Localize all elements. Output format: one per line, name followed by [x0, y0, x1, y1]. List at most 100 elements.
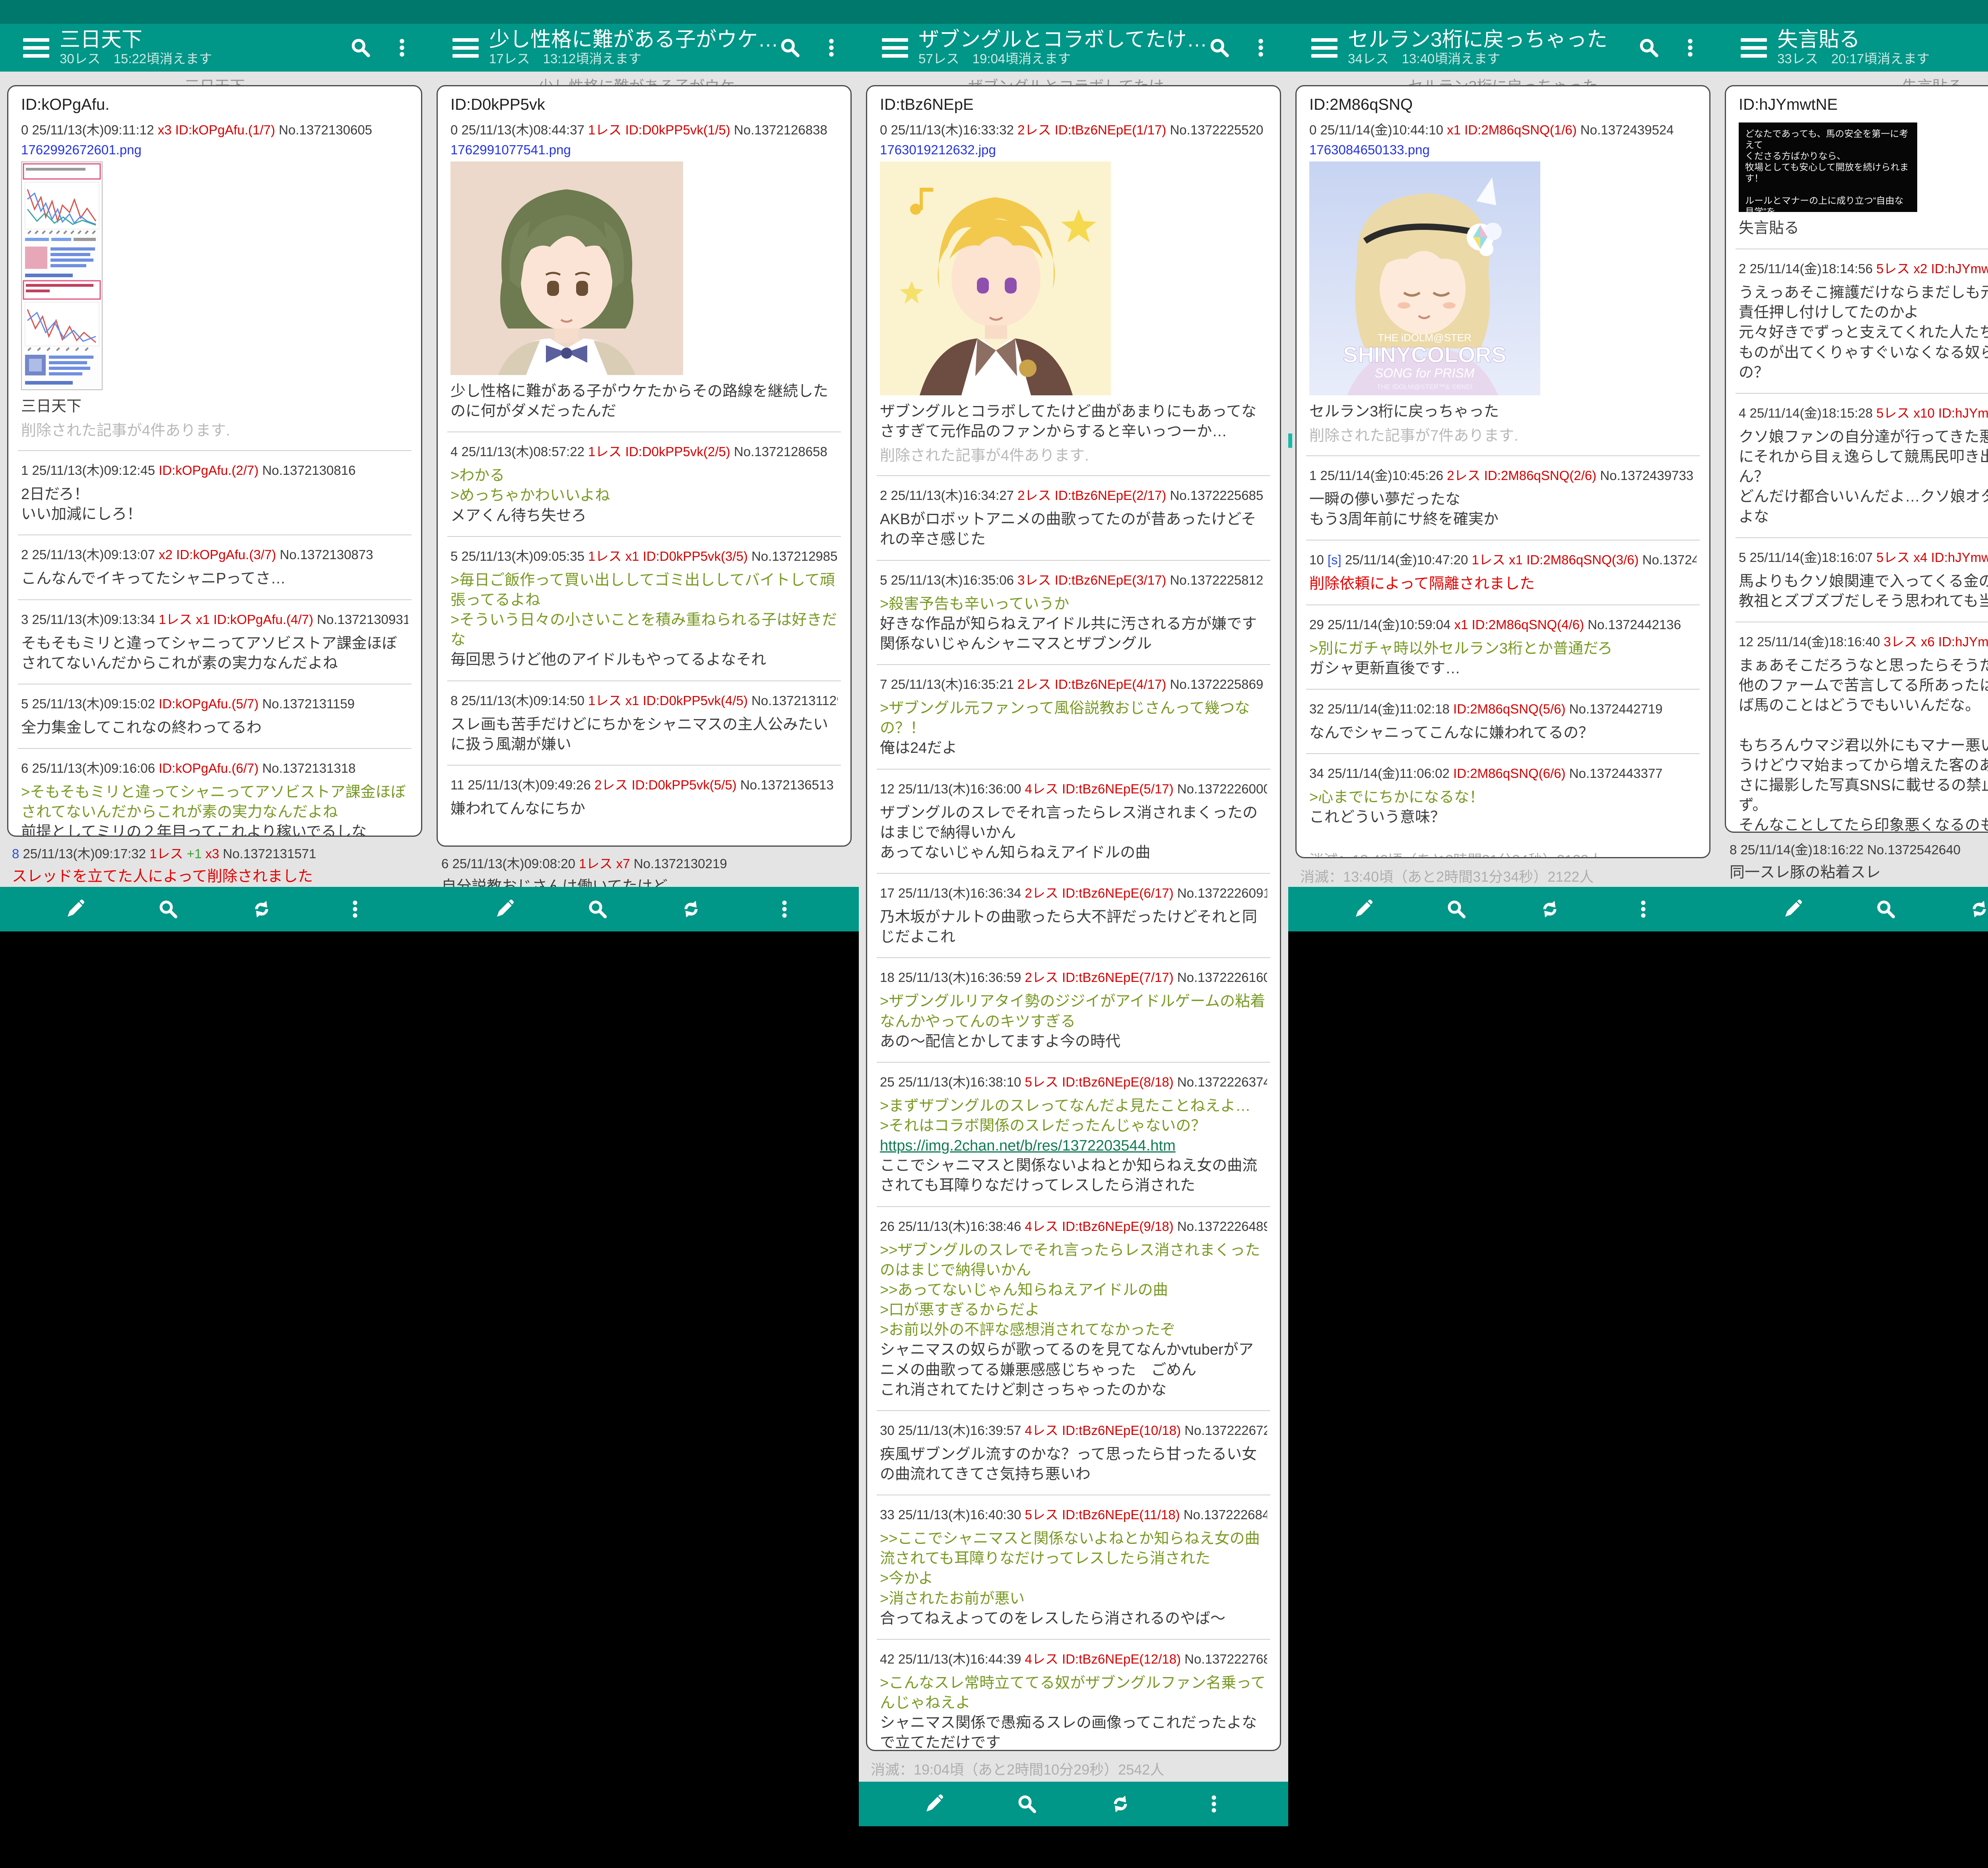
post[interactable]: 2 25/11/13(木)16:34:27 2レス ID:tBz6NEpE(2/…: [877, 475, 1270, 560]
search-icon[interactable]: [349, 36, 372, 59]
thread-content[interactable]: 三日天下ID:kOPgAfu.0 25/11/13(木)09:11:12 x3 …: [0, 72, 429, 887]
search-icon[interactable]: [1637, 36, 1660, 59]
overflow-icon[interactable]: [1679, 36, 1702, 59]
refresh-icon[interactable]: [250, 898, 273, 920]
post[interactable]: 7 25/11/13(木)16:35:21 2レス ID:tBz6NEpE(4/…: [877, 664, 1270, 768]
post[interactable]: 4 25/11/13(木)08:57:22 1レス ID:D0kPP5vk(2/…: [447, 432, 841, 536]
post[interactable]: 29 25/11/14(金)10:59:04 x1 ID:2M86qSNQ(4/…: [1306, 605, 1700, 689]
post[interactable]: 5 25/11/13(木)16:35:06 3レス ID:tBz6NEpE(3/…: [877, 560, 1270, 664]
thread-content[interactable]: セルラン3桁に戻っちゃったID:2M86qSNQ0 25/11/14(金)10:…: [1288, 72, 1718, 887]
post[interactable]: 2 25/11/13(木)09:13:07 x2 ID:kOPgAfu.(3/7…: [18, 535, 412, 599]
post-meta: 1 25/11/13(木)09:12:45 ID:kOPgAfu.(2/7) N…: [21, 460, 408, 479]
post[interactable]: 0 25/11/13(木)09:11:12 x3 ID:kOPgAfu.(1/7…: [18, 115, 412, 450]
post[interactable]: 6 25/11/13(木)09:16:06 ID:kOPgAfu.(6/7) N…: [18, 748, 412, 837]
status-bar: [859, 0, 1288, 24]
post[interactable]: どなたであっても、馬の安全を第一に考えてくださる方ばかりなら、牧場としても安心し…: [1736, 115, 1988, 249]
refresh-icon[interactable]: [680, 898, 702, 920]
pencil-icon[interactable]: [922, 1793, 945, 1815]
post[interactable]: 0 25/11/13(木)16:33:32 2レス ID:tBz6NEpE(1/…: [877, 115, 1270, 475]
post[interactable]: 42 25/11/13(木)16:44:39 4レス ID:tBz6NEpE(1…: [877, 1639, 1270, 1751]
overflow-icon[interactable]: [390, 36, 414, 59]
post[interactable]: 30 25/11/13(木)16:39:57 4レス ID:tBz6NEpE(1…: [877, 1410, 1270, 1495]
post[interactable]: 25 25/11/13(木)16:38:10 5レス ID:tBz6NEpE(8…: [877, 1062, 1270, 1206]
post-body: >殺害予告も辛いっていうか好きな作品が知らねえアイドル共に汚される方が嫌です関係…: [880, 594, 1267, 654]
status-bar: [0, 0, 429, 24]
search-icon[interactable]: [586, 898, 609, 920]
post-image[interactable]: どなたであっても、馬の安全を第一に考えてくださる方ばかりなら、牧場としても安心し…: [1739, 122, 1988, 212]
search-icon[interactable]: [779, 36, 802, 59]
search-icon[interactable]: [1016, 1793, 1038, 1815]
pencil-icon[interactable]: [1352, 898, 1374, 920]
post[interactable]: 11 25/11/13(木)09:49:26 2レス ID:D0kPP5vk(5…: [447, 765, 841, 829]
overflow-icon[interactable]: [1203, 1793, 1225, 1815]
hamburger-icon[interactable]: [1718, 34, 1777, 62]
thread-title: 失言貼る: [1777, 29, 1988, 51]
post-image[interactable]: THE iDOLM@STER SHINYCOLORS SONG for PRIS…: [1309, 161, 1697, 395]
file-link[interactable]: 1762991077541.png: [450, 142, 838, 157]
post-meta: 5 25/11/13(木)09:05:35 1レス x1 ID:D0kPP5vk…: [450, 546, 838, 565]
search-icon[interactable]: [1445, 898, 1468, 920]
post[interactable]: 18 25/11/13(木)16:36:59 2レス ID:tBz6NEpE(7…: [877, 957, 1270, 1061]
file-link[interactable]: 1763019212632.jpg: [880, 142, 1267, 157]
thread-subtitle: 33レス 20:17頃消えます: [1777, 51, 1988, 67]
pencil-icon[interactable]: [64, 898, 86, 920]
search-icon[interactable]: [1875, 898, 1897, 920]
post[interactable]: 34 25/11/14(金)11:06:02 ID:2M86qSNQ(6/6) …: [1306, 753, 1700, 838]
thread-content[interactable]: 少し性格に難がある子がウケ…ID:D0kPP5vk0 25/11/13(木)08…: [429, 72, 859, 887]
post-meta: 8 25/11/13(木)09:17:32 1レス +1 x3 No.13721…: [12, 843, 429, 862]
post-body: >別にガチャ時以外セルラン3桁とか普通だろガシャ更新直後です…: [1309, 639, 1697, 678]
post[interactable]: 8 25/11/13(木)09:14:50 1レス x1 ID:D0kPP5vk…: [447, 680, 841, 765]
hamburger-icon[interactable]: [859, 34, 918, 62]
post[interactable]: 3 25/11/13(木)09:13:34 1レス x1 ID:kOPgAfu.…: [18, 599, 412, 684]
post[interactable]: 1 25/11/13(木)09:12:45 ID:kOPgAfu.(2/7) N…: [18, 450, 412, 535]
post[interactable]: 33 25/11/13(木)16:40:30 5レス ID:tBz6NEpE(1…: [877, 1495, 1270, 1639]
overflow-icon[interactable]: [820, 36, 843, 59]
pencil-icon[interactable]: [493, 898, 515, 920]
post[interactable]: 0 25/11/13(木)08:44:37 1レス ID:D0kPP5vk(1/…: [447, 115, 841, 432]
thread-content[interactable]: 失言貼るID:hJYmwtNEどなたであっても、馬の安全を第一に考えてくださる方…: [1718, 72, 1988, 887]
post[interactable]: 10 [s] 25/11/14(金)10:47:20 1レス x1 ID:2M8…: [1306, 540, 1700, 604]
thread-column: セルラン3桁に戻っちゃった34レス 13:40頃消えますセルラン3桁に戻っちゃっ…: [1288, 0, 1718, 1868]
bottom-toolbar: [429, 887, 859, 931]
post[interactable]: 2 25/11/14(金)18:14:56 5レス x2 ID:hJYmwtNE…: [1736, 249, 1988, 393]
bottom-toolbar: [1288, 887, 1718, 931]
svg-text:SONG for PRISM: SONG for PRISM: [1375, 366, 1475, 380]
refresh-icon[interactable]: [1109, 1793, 1132, 1815]
pencil-icon[interactable]: [1781, 898, 1804, 920]
hamburger-icon[interactable]: [0, 34, 60, 62]
thread-content[interactable]: ザブングルとコラボしてたけ…ID:tBz6NEpE0 25/11/13(木)16…: [859, 72, 1288, 1782]
search-icon[interactable]: [1208, 36, 1231, 59]
post[interactable]: 12 25/11/13(木)16:36:00 4レス ID:tBz6NEpE(5…: [877, 769, 1270, 873]
search-icon[interactable]: [157, 898, 179, 920]
refresh-icon[interactable]: [1968, 898, 1988, 920]
overflow-icon[interactable]: [773, 898, 796, 920]
app-bar: 失言貼る33レス 20:17頃消えます: [1718, 24, 1988, 72]
post[interactable]: 12 25/11/14(金)18:16:40 3レス x6 ID:hJYmwtN…: [1736, 622, 1988, 833]
post-image[interactable]: [450, 161, 838, 375]
hamburger-icon[interactable]: [1288, 34, 1348, 62]
thread-subtitle: 57レス 19:04頃消えます: [918, 51, 1208, 67]
post-image[interactable]: [21, 161, 408, 390]
post[interactable]: 0 25/11/14(金)10:44:10 x1 ID:2M86qSNQ(1/6…: [1306, 115, 1700, 455]
post[interactable]: 26 25/11/13(木)16:38:46 4レス ID:tBz6NEpE(9…: [877, 1206, 1270, 1410]
post-body: クソ娘ファンの自分達が行ってきた悪業の歴史があるのにそれから目ぇ逸らして競馬民叩…: [1739, 427, 1988, 527]
overflow-icon[interactable]: [344, 898, 366, 920]
file-link[interactable]: 1763084650133.png: [1309, 142, 1697, 157]
post[interactable]: 1 25/11/14(金)10:45:26 2レス ID:2M86qSNQ(2/…: [1306, 455, 1700, 540]
post[interactable]: 5 25/11/14(金)18:16:07 5レス x4 ID:hJYmwtNE…: [1736, 537, 1988, 622]
hamburger-icon[interactable]: [429, 34, 489, 62]
scroll-indicator[interactable]: [1288, 433, 1292, 448]
overflow-icon[interactable]: [1632, 898, 1654, 920]
overflow-icon[interactable]: [1249, 36, 1272, 59]
post-meta: 25 25/11/13(木)16:38:10 5レス ID:tBz6NEpE(8…: [880, 1071, 1267, 1090]
post-image[interactable]: [880, 161, 1267, 395]
refresh-icon[interactable]: [1539, 898, 1561, 920]
post[interactable]: 17 25/11/13(木)16:36:34 2レス ID:tBz6NEpE(6…: [877, 873, 1270, 957]
bottom-toolbar: [1718, 887, 1988, 931]
post[interactable]: 32 25/11/14(金)11:02:18 ID:2M86qSNQ(5/6) …: [1306, 689, 1700, 753]
post[interactable]: 5 25/11/13(木)09:15:02 ID:kOPgAfu.(5/7) N…: [18, 684, 412, 748]
post[interactable]: 5 25/11/13(木)09:05:35 1レス x1 ID:D0kPP5vk…: [447, 536, 841, 680]
post-meta: 5 25/11/13(木)09:15:02 ID:kOPgAfu.(5/7) N…: [21, 693, 408, 712]
post[interactable]: 4 25/11/14(金)18:15:28 5レス x10 ID:hJYmwtN…: [1736, 393, 1988, 537]
file-link[interactable]: 1762992672601.png: [21, 142, 408, 157]
